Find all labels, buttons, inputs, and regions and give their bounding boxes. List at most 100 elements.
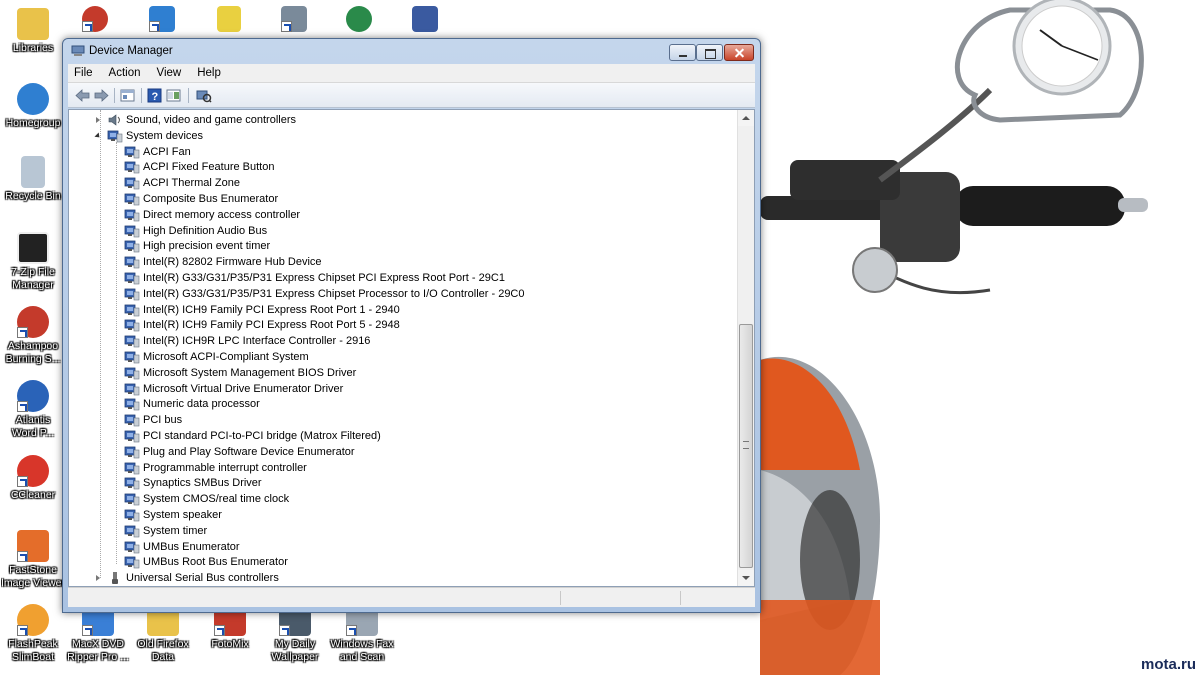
globe-app-icon xyxy=(346,6,372,32)
desktop-icon-top-5[interactable] xyxy=(327,6,391,34)
tree-device-label: UMBus Root Bus Enumerator xyxy=(143,556,288,569)
vertical-scrollbar[interactable] xyxy=(737,110,754,586)
tree-device-item[interactable]: System speaker xyxy=(69,507,709,523)
tree-device-item[interactable]: Microsoft ACPI-Compliant System xyxy=(69,349,709,365)
tree-device-item[interactable]: ACPI Thermal Zone xyxy=(69,175,709,191)
tree-category-label: Sound, video and game controllers xyxy=(126,114,296,126)
desktop-icon-top-4[interactable] xyxy=(262,6,326,34)
tree-device-item[interactable]: Programmable interrupt controller xyxy=(69,460,709,476)
tree-device-label: Microsoft ACPI-Compliant System xyxy=(143,351,309,363)
desktop-icon-windows-fax-scan[interactable]: Windows Fax and Scan xyxy=(327,604,397,664)
seven-app-icon xyxy=(217,6,241,32)
tree-device-label: ACPI Fan xyxy=(143,145,191,158)
tree-device-item[interactable]: Intel(R) ICH9 Family PCI Express Root Po… xyxy=(69,302,709,318)
help-icon[interactable]: ? xyxy=(146,87,163,104)
tree-device-item[interactable]: Microsoft System Management BIOS Driver xyxy=(69,365,709,381)
title-bar[interactable]: Device Manager xyxy=(63,39,760,63)
system-device-icon xyxy=(124,176,140,190)
system-device-icon xyxy=(124,160,140,174)
tools-app-icon xyxy=(281,6,307,32)
tree-device-label: Numeric data processor xyxy=(143,398,260,411)
menu-action[interactable]: Action xyxy=(103,64,147,83)
tree-device-item[interactable]: Numeric data processor xyxy=(69,396,709,412)
desktop-icon-7zip[interactable]: 7-Zip File Manager xyxy=(0,232,68,292)
desktop-icon-top-6[interactable] xyxy=(393,6,457,34)
tree-device-item[interactable]: Intel(R) G33/G31/P35/P31 Express Chipset… xyxy=(69,270,709,286)
device-manager-window[interactable]: Device Manager File Action View Help ? S… xyxy=(62,38,761,613)
tree-device-item[interactable]: PCI bus xyxy=(69,412,709,428)
tree-device-item[interactable]: UMBus Enumerator xyxy=(69,539,709,555)
tree-category-sound-video-and-game-controllers[interactable]: Sound, video and game controllers xyxy=(69,112,709,128)
tree-device-item[interactable]: Intel(R) ICH9 Family PCI Express Root Po… xyxy=(69,317,709,333)
close-button[interactable] xyxy=(724,44,754,61)
desktop-icon-faststone[interactable]: FastStone Image Viewer xyxy=(0,530,68,590)
tree-device-item[interactable]: High precision event timer xyxy=(69,238,709,254)
tree-device-label: Intel(R) ICH9 Family PCI Express Root Po… xyxy=(143,303,400,316)
tree-device-item[interactable]: Composite Bus Enumerator xyxy=(69,191,709,207)
properties-icon[interactable] xyxy=(119,87,136,104)
scroll-down-button[interactable] xyxy=(738,570,754,586)
back-arrow-icon[interactable] xyxy=(74,87,91,104)
shortcut-arrow-icon xyxy=(281,21,292,32)
tree-device-item[interactable]: UMBus Root Bus Enumerator xyxy=(69,554,709,570)
scroll-thumb[interactable] xyxy=(739,324,753,568)
device-tree[interactable]: Sound, video and game controllers System … xyxy=(69,110,737,586)
menu-help[interactable]: Help xyxy=(191,64,227,83)
desktop-icon-top-3[interactable] xyxy=(197,6,261,34)
desktop-icon-top-1[interactable] xyxy=(63,6,127,34)
desktop-icon-slimboat[interactable]: FlashPeak SlimBoat xyxy=(0,604,68,664)
faststone-icon xyxy=(17,530,49,562)
desktop-icon-ashampoo[interactable]: Ashampoo Burning S... xyxy=(0,306,68,366)
tree-category-system-devices[interactable]: System devices xyxy=(69,128,709,144)
tree-device-item[interactable]: Direct memory access controller xyxy=(69,207,709,223)
system-device-icon xyxy=(124,208,140,222)
desktop-icon-recycle-bin[interactable]: Recycle Bin xyxy=(0,156,68,203)
tree-device-label: Intel(R) ICH9 Family PCI Express Root Po… xyxy=(143,319,400,332)
toolbar-separator xyxy=(114,88,115,103)
tree-device-item[interactable]: Intel(R) ICH9R LPC Interface Controller … xyxy=(69,333,709,349)
tree-device-item[interactable]: Synaptics SMBus Driver xyxy=(69,475,709,491)
menu-view[interactable]: View xyxy=(151,64,188,83)
desktop-icon-atlantis[interactable]: Atlantis Word P... xyxy=(0,380,68,440)
scan-hardware-icon[interactable] xyxy=(195,87,212,104)
desktop-icon-macx-dvd[interactable]: MacX DVD Ripper Pro ... xyxy=(63,604,133,664)
desktop-icon-old-firefox-data[interactable]: Old Firefox Data xyxy=(128,604,198,664)
tree-device-item[interactable]: High Definition Audio Bus xyxy=(69,223,709,239)
tree-device-item[interactable]: ACPI Fixed Feature Button xyxy=(69,159,709,175)
tree-device-label: Direct memory access controller xyxy=(143,208,301,221)
toolbar-separator xyxy=(141,88,142,103)
tree-device-item[interactable]: System timer xyxy=(69,523,709,539)
tree-device-item[interactable]: Intel(R) 82802 Firmware Hub Device xyxy=(69,254,709,270)
maximize-button[interactable] xyxy=(696,44,723,61)
shortcut-arrow-icon xyxy=(17,625,28,636)
tree-device-item[interactable]: Microsoft Virtual Drive Enumerator Drive… xyxy=(69,381,709,397)
tree-category-universal-serial-bus-controllers[interactable]: Universal Serial Bus controllers xyxy=(69,570,709,586)
tree-device-label: System speaker xyxy=(143,509,222,521)
device-tree-pane[interactable]: Sound, video and game controllers System … xyxy=(68,109,755,587)
tree-device-item[interactable]: PCI standard PCI-to-PCI bridge (Matrox F… xyxy=(69,428,709,444)
desktop-icon-libraries[interactable]: Libraries xyxy=(0,8,68,55)
desktop-icon-ccleaner[interactable]: CCleaner xyxy=(0,455,68,502)
system-device-icon xyxy=(124,239,140,253)
tree-device-item[interactable]: Intel(R) G33/G31/P35/P31 Express Chipset… xyxy=(69,286,709,302)
minimize-button[interactable] xyxy=(669,44,696,61)
atlantis-icon xyxy=(17,380,49,412)
desktop-icon-top-2[interactable] xyxy=(130,6,194,34)
shortcut-arrow-icon xyxy=(82,21,93,32)
system-device-icon xyxy=(124,350,140,364)
menu-file[interactable]: File xyxy=(68,64,99,83)
scroll-up-button[interactable] xyxy=(738,110,754,126)
tree-device-item[interactable]: ACPI Fan xyxy=(69,144,709,160)
desktop-icon-homegroup[interactable]: Homegroup xyxy=(0,83,68,130)
tree-device-label: ACPI Thermal Zone xyxy=(143,177,241,190)
toolbar: ? xyxy=(68,83,755,108)
show-hidden-icon[interactable] xyxy=(165,87,182,104)
system-device-icon xyxy=(124,413,140,427)
user-app-icon xyxy=(82,6,108,32)
tree-device-item[interactable]: Plug and Play Software Device Enumerator xyxy=(69,444,709,460)
libraries-icon xyxy=(17,8,49,40)
forward-arrow-icon[interactable] xyxy=(93,87,110,104)
desktop-icon-my-daily-wallpaper[interactable]: My Daily Wallpaper xyxy=(260,604,330,664)
tree-device-item[interactable]: System CMOS/real time clock xyxy=(69,491,709,507)
shortcut-arrow-icon xyxy=(214,625,225,636)
